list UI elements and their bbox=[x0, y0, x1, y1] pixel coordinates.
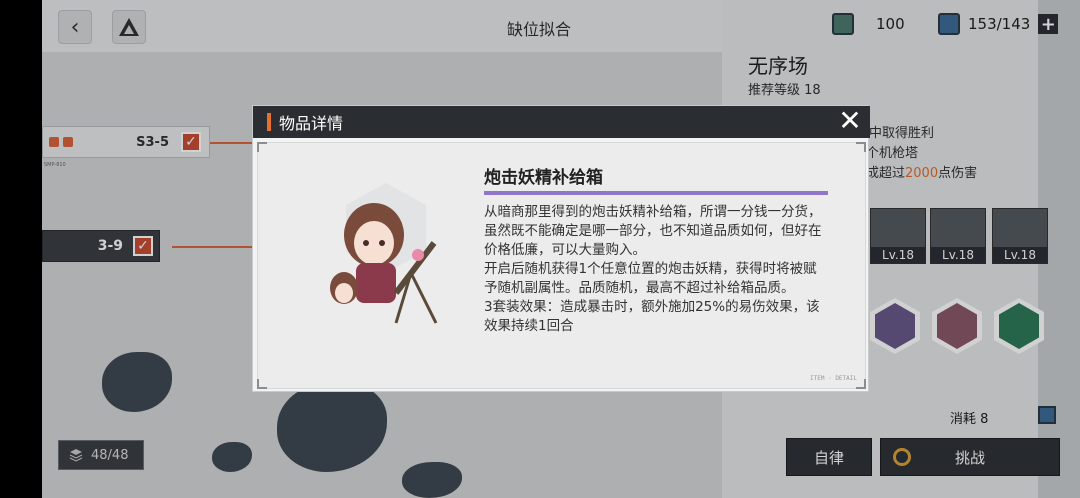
modal-title: 物品详情 bbox=[279, 114, 344, 133]
description-paragraph: 从暗商那里得到的炮击妖精补给箱，所谓一分钱一分货，虽然既不能确定是哪一部分，也不… bbox=[484, 204, 822, 258]
description-paragraph: 开启后随机获得1个任意位置的炮击妖精，获得时将被赋予随机副属性。品质随机，最高不… bbox=[484, 261, 817, 296]
footer-tag: ITEM · DETAIL bbox=[810, 375, 857, 382]
close-icon[interactable]: ✕ bbox=[836, 107, 864, 136]
title-underline bbox=[484, 191, 828, 195]
modal-header: 物品详情 ✕ bbox=[253, 106, 870, 138]
modal-body: 炮击妖精补给箱 从暗商那里得到的炮击妖精补给箱，所谓一分钱一分货，虽然既不能确定… bbox=[257, 142, 866, 389]
item-detail-modal: 物品详情 ✕ 炮击妖精补给箱 从暗商那里得到的炮击妖精补给箱，所谓一分钱一分货，… bbox=[252, 105, 870, 392]
mortar-fairy-illustration bbox=[330, 183, 438, 324]
item-description: 从暗商那里得到的炮击妖精补给箱，所谓一分钱一分货，虽然既不能确定是哪一部分，也不… bbox=[484, 203, 828, 336]
description-paragraph: 3套装效果：造成暴击时，额外施加25%的易伤效果，该效果持续1回合 bbox=[484, 299, 820, 334]
accent-bar bbox=[267, 113, 271, 131]
item-name: 炮击妖精补给箱 bbox=[484, 168, 603, 188]
